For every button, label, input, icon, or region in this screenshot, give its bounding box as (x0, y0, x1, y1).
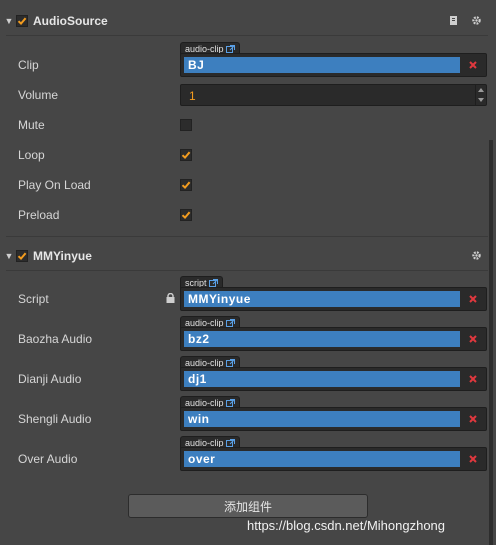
stepper-down-icon[interactable] (476, 95, 486, 105)
baozha-audio-label: Baozha Audio (18, 332, 93, 346)
shengli-audio-field[interactable]: win (180, 407, 487, 431)
dianji-audio-field[interactable]: dj1 (180, 367, 487, 391)
loop-label: Loop (18, 148, 45, 162)
collapse-arrow-icon[interactable]: ▼ (2, 16, 16, 26)
dianji-audio-label: Dianji Audio (18, 372, 82, 386)
component-title: MMYinyue (33, 249, 92, 263)
watermark-text: https://blog.csdn.net/Mihongzhong (247, 518, 446, 533)
lock-icon (166, 292, 175, 306)
checkbox-check-icon (181, 181, 191, 190)
collapse-arrow-icon[interactable]: ▼ (2, 251, 16, 261)
mute-label: Mute (18, 118, 45, 132)
scrollbar[interactable] (489, 140, 493, 545)
shengli-audio-label: Shengli Audio (18, 412, 92, 426)
component-title: AudioSource (33, 14, 108, 28)
mute-row: Mute (0, 110, 490, 140)
over-audio-label: Over Audio (18, 452, 78, 466)
clip-label: Clip (18, 58, 39, 72)
clear-x-icon[interactable] (465, 331, 481, 347)
doc-icon[interactable] (448, 14, 460, 26)
audiosource-header[interactable]: ▼ AudioSource (0, 8, 490, 34)
volume-input[interactable]: 1 (180, 84, 487, 106)
preload-row: Preload (0, 200, 490, 230)
gear-icon[interactable] (470, 249, 482, 261)
stepper-up-icon[interactable] (476, 85, 486, 95)
play-on-load-checkbox[interactable] (180, 179, 192, 191)
clip-value[interactable]: BJ (184, 57, 460, 73)
mmyinyue-enabled-checkbox[interactable] (16, 250, 28, 262)
over-audio-value[interactable]: over (184, 451, 460, 467)
clear-x-icon[interactable] (465, 57, 481, 73)
script-field[interactable]: MMYinyue (180, 287, 487, 311)
preload-checkbox[interactable] (180, 209, 192, 221)
volume-value[interactable]: 1 (189, 89, 196, 103)
audiosource-enabled-checkbox[interactable] (16, 15, 28, 27)
preload-label: Preload (18, 208, 60, 222)
volume-stepper[interactable] (475, 85, 486, 105)
baozha-audio-value[interactable]: bz2 (184, 331, 460, 347)
clear-x-icon[interactable] (465, 411, 481, 427)
loop-row: Loop (0, 140, 490, 170)
dianji-audio-value[interactable]: dj1 (184, 371, 460, 387)
play-on-load-label: Play On Load (18, 178, 91, 192)
header-divider (6, 270, 488, 271)
clear-x-icon[interactable] (465, 451, 481, 467)
checkbox-check-icon (181, 211, 191, 220)
checkbox-check-icon (17, 252, 27, 261)
gear-icon[interactable] (470, 14, 482, 26)
play-on-load-row: Play On Load (0, 170, 490, 200)
checkbox-check-icon (181, 151, 191, 160)
shengli-audio-value[interactable]: win (184, 411, 460, 427)
header-divider (6, 35, 488, 36)
clear-x-icon[interactable] (465, 371, 481, 387)
script-label: Script (18, 292, 49, 306)
script-value[interactable]: MMYinyue (184, 291, 460, 307)
baozha-audio-field[interactable]: bz2 (180, 327, 487, 351)
volume-label: Volume (18, 88, 59, 102)
component-divider (6, 236, 488, 237)
mmyinyue-header[interactable]: ▼ MMYinyue (0, 243, 490, 269)
clear-x-icon[interactable] (465, 291, 481, 307)
over-audio-field[interactable]: over (180, 447, 487, 471)
checkbox-check-icon (17, 17, 27, 26)
loop-checkbox[interactable] (180, 149, 192, 161)
mute-checkbox[interactable] (180, 119, 192, 131)
add-component-button[interactable]: 添加组件 (128, 494, 368, 518)
clip-field[interactable]: BJ (180, 53, 487, 77)
